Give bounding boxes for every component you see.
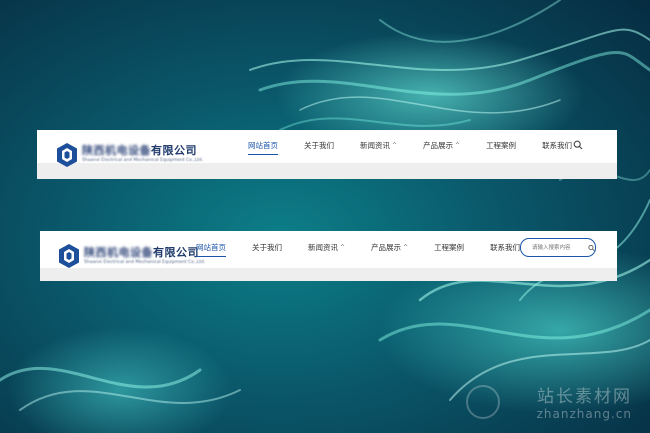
logo-icon: [57, 142, 77, 167]
company-name-en: Shaanxi Electrical and Mechanical Equipm…: [84, 259, 206, 265]
main-menu: 网站首页 关于我们 新闻资讯 ^ 产品展示 ^ 工程案例 联系我们: [196, 242, 546, 257]
menu-item-products[interactable]: 产品展示 ^: [371, 242, 408, 253]
menu-item-contact[interactable]: 联系我们: [490, 242, 520, 253]
menu-item-about[interactable]: 关于我们: [252, 242, 282, 253]
chevron-up-icon: ^: [455, 142, 461, 149]
brand-logo[interactable]: 陕西机电设备有限公司 Shaanxi Electrical and Mechan…: [55, 142, 203, 168]
logo-icon: [59, 244, 79, 268]
search-icon[interactable]: [588, 243, 595, 253]
menu-item-contact[interactable]: 联系我们: [542, 140, 572, 151]
company-name-cn: 陕西机电设备有限公司: [82, 144, 197, 158]
company-name-en: Shaanxi Electrical and Mechanical Equipm…: [82, 158, 204, 164]
menu-item-news[interactable]: 新闻资讯 ^: [308, 242, 345, 253]
menu-item-home[interactable]: 网站首页: [248, 140, 278, 155]
menu-item-news[interactable]: 新闻资讯 ^: [360, 140, 397, 151]
main-menu: 网站首页 关于我们 新闻资讯 ^ 产品展示 ^ 工程案例 联系我们: [248, 140, 598, 155]
search-input[interactable]: [530, 243, 586, 252]
menu-item-cases[interactable]: 工程案例: [434, 242, 464, 253]
menu-item-home[interactable]: 网站首页: [196, 242, 226, 257]
search-icon[interactable]: [573, 140, 583, 150]
menu-item-about[interactable]: 关于我们: [304, 140, 334, 151]
watermark-badge-icon: [466, 385, 500, 419]
menu-item-products[interactable]: 产品展示 ^: [423, 140, 460, 151]
watermark: 站长素材网 zhanzhang.cn: [537, 382, 632, 421]
search-box: [520, 238, 596, 257]
watermark-en: zhanzhang.cn: [536, 407, 632, 421]
nav-bar-secondary: 陕西机电设备有限公司 Shaanxi Electrical and Mechan…: [40, 231, 617, 281]
company-name-cn: 陕西机电设备有限公司: [84, 245, 199, 259]
nav-bar-primary: 陕西机电设备有限公司 Shaanxi Electrical and Mechan…: [37, 130, 617, 179]
brand-logo[interactable]: 陕西机电设备有限公司 Shaanxi Electrical and Mechan…: [57, 243, 205, 269]
chevron-up-icon: ^: [392, 142, 398, 149]
watermark-cn: 站长素材网: [537, 387, 632, 407]
smoke-background: [0, 0, 650, 411]
menu-item-cases[interactable]: 工程案例: [486, 140, 516, 151]
chevron-up-icon: ^: [340, 244, 346, 251]
chevron-up-icon: ^: [403, 244, 409, 251]
